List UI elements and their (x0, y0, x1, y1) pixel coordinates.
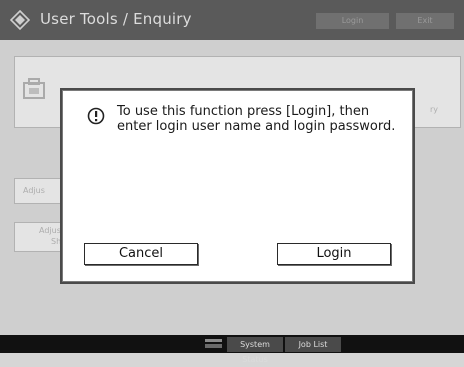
job-list-button[interactable]: Job List (285, 337, 341, 352)
cancel-button[interactable]: Cancel (84, 243, 198, 265)
system-status-button[interactable]: System Status (227, 337, 283, 364)
title-bar: User Tools / Enquiry Login Exit (0, 0, 464, 40)
user-tools-icon (10, 10, 30, 30)
status-bar: System Status Job List (0, 335, 464, 364)
modal-overlay: To use this function press [Login], then… (0, 40, 464, 335)
status-indicator-icon (205, 339, 222, 348)
login-button[interactable]: Login (277, 243, 391, 265)
header-login-button[interactable]: Login (316, 13, 389, 29)
page-title: User Tools / Enquiry (40, 10, 192, 28)
login-required-dialog: To use this function press [Login], then… (62, 90, 413, 282)
header-exit-button[interactable]: Exit (396, 13, 454, 29)
dialog-message: To use this function press [Login], then… (117, 104, 396, 134)
info-icon (87, 107, 105, 125)
